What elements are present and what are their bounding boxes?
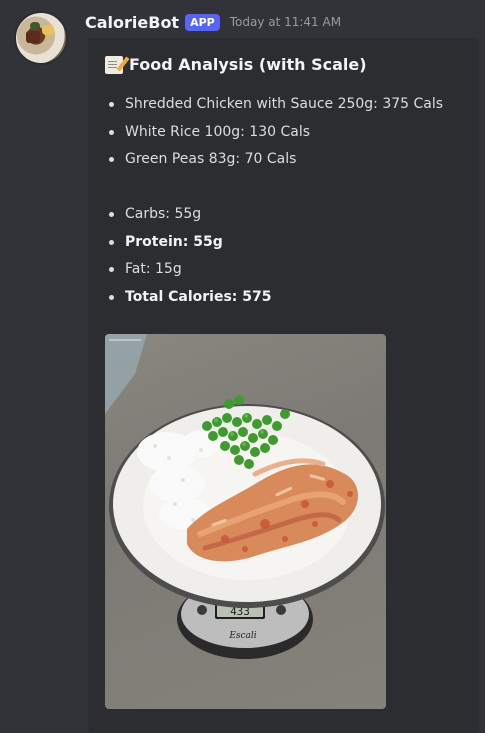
analysis-embed: Food Analysis (with Scale) Shredded Chic…	[88, 38, 479, 733]
list-item: Green Peas 83g: 70 Cals	[105, 148, 443, 176]
food-items-list: Shredded Chicken with Sauce 250g: 375 Ca…	[105, 93, 443, 176]
food-photo-illustration: 433 Escali	[105, 334, 385, 659]
app-badge: APP	[185, 13, 220, 31]
fat-item: Fat: 15g	[105, 258, 272, 286]
total-calories-item: Total Calories: 575	[105, 286, 272, 314]
author-name[interactable]: CalorieBot	[85, 13, 179, 32]
memo-icon	[105, 55, 123, 74]
protein-item: Protein: 55g	[105, 231, 272, 259]
embed-title-text: Food Analysis (with Scale)	[129, 55, 367, 74]
message-header: CalorieBot APP Today at 11:41 AM	[85, 11, 341, 33]
list-item: White Rice 100g: 130 Cals	[105, 121, 443, 149]
list-item: Shredded Chicken with Sauce 250g: 375 Ca…	[105, 93, 443, 121]
bot-avatar[interactable]	[14, 11, 68, 65]
embed-title: Food Analysis (with Scale)	[105, 55, 367, 74]
message-timestamp[interactable]: Today at 11:41 AM	[230, 15, 341, 29]
carbs-item: Carbs: 55g	[105, 203, 272, 231]
scale-brand: Escali	[228, 631, 256, 641]
food-photo[interactable]: 433 Escali	[105, 334, 386, 709]
macros-list: Carbs: 55g Protein: 55g Fat: 15g Total C…	[105, 203, 272, 313]
